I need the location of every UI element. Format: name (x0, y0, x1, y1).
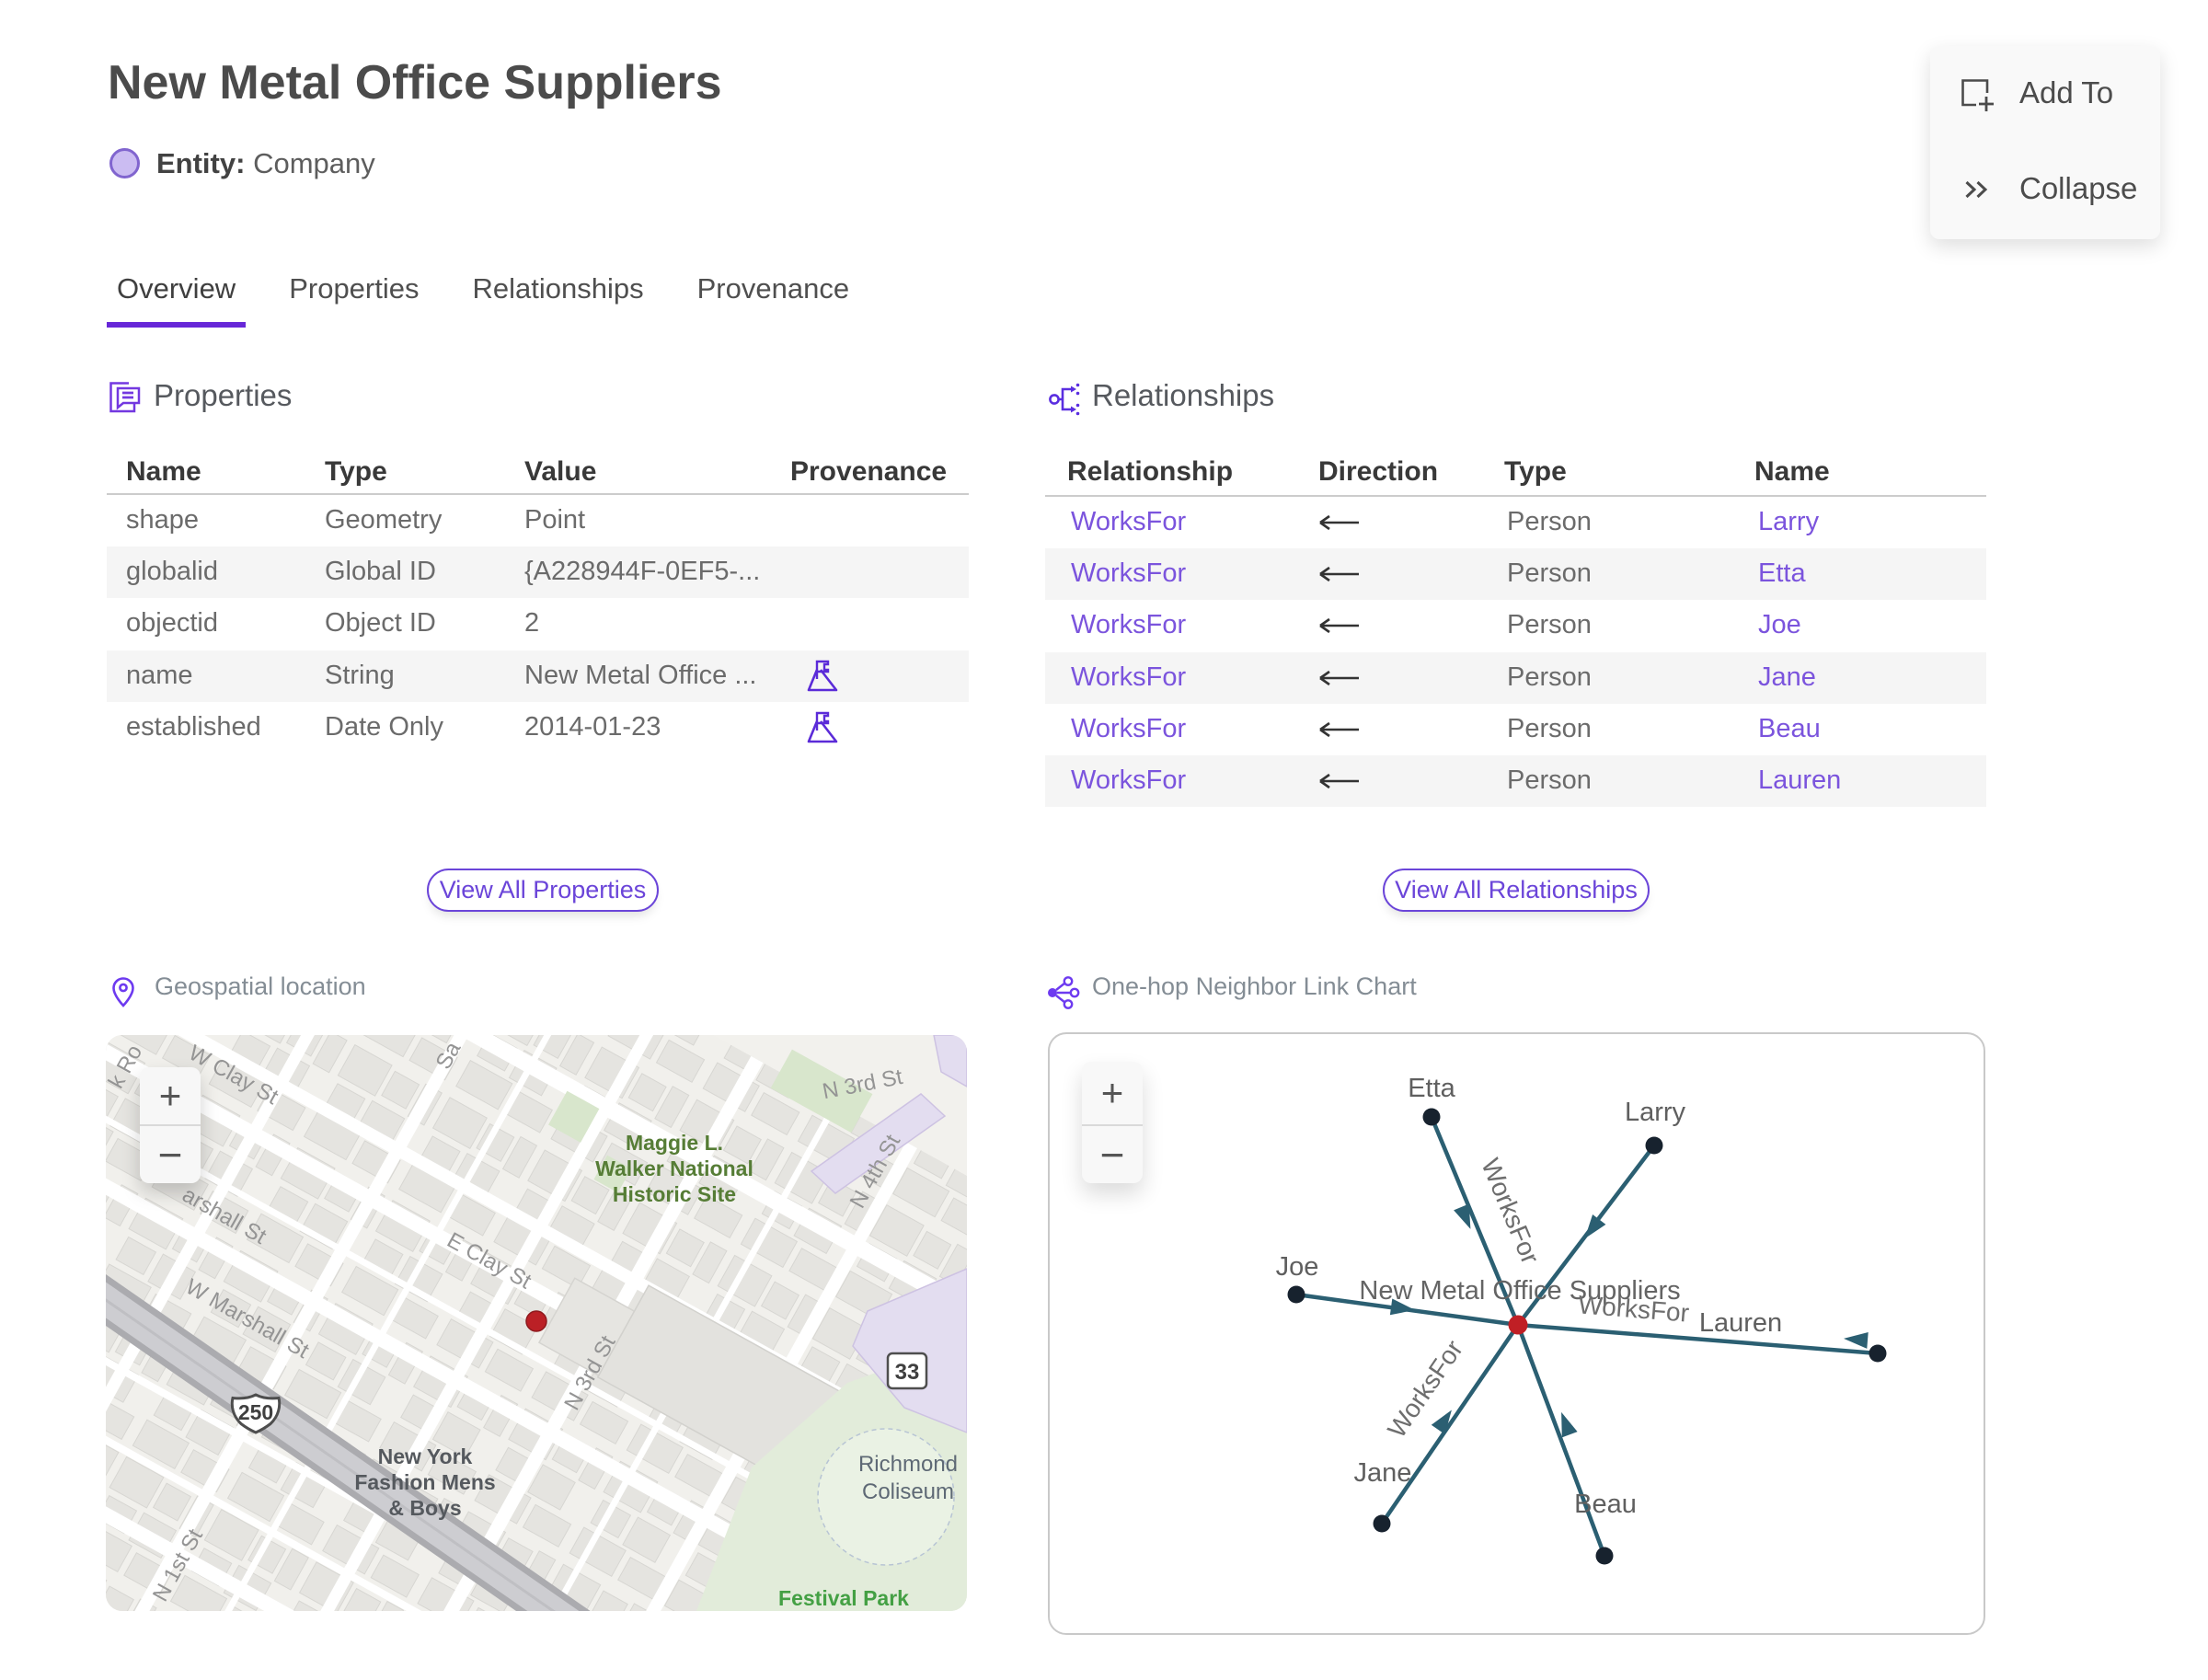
svg-text:Maggie L.: Maggie L. (626, 1131, 723, 1155)
svg-text:250: 250 (238, 1400, 273, 1424)
svg-text:33: 33 (895, 1360, 920, 1385)
svg-text:Larry: Larry (1625, 1098, 1686, 1127)
svg-text:Etta: Etta (1408, 1074, 1455, 1103)
svg-text:Joe: Joe (1276, 1252, 1319, 1282)
svg-text:Walker National: Walker National (595, 1156, 753, 1180)
svg-text:& Boys: & Boys (388, 1496, 461, 1520)
svg-text:Historic Site: Historic Site (613, 1182, 736, 1206)
svg-text:Fashion Mens: Fashion Mens (354, 1470, 495, 1494)
svg-text:Jane: Jane (1354, 1458, 1412, 1488)
svg-text:Beau: Beau (1574, 1490, 1637, 1519)
svg-text:Coliseum: Coliseum (862, 1479, 954, 1504)
svg-text:Festival Park: Festival Park (778, 1586, 909, 1610)
svg-text:New York: New York (378, 1444, 473, 1468)
svg-text:Lauren: Lauren (1699, 1308, 1782, 1338)
svg-text:WorksFor: WorksFor (1382, 1335, 1468, 1443)
svg-text:Richmond: Richmond (858, 1452, 958, 1477)
